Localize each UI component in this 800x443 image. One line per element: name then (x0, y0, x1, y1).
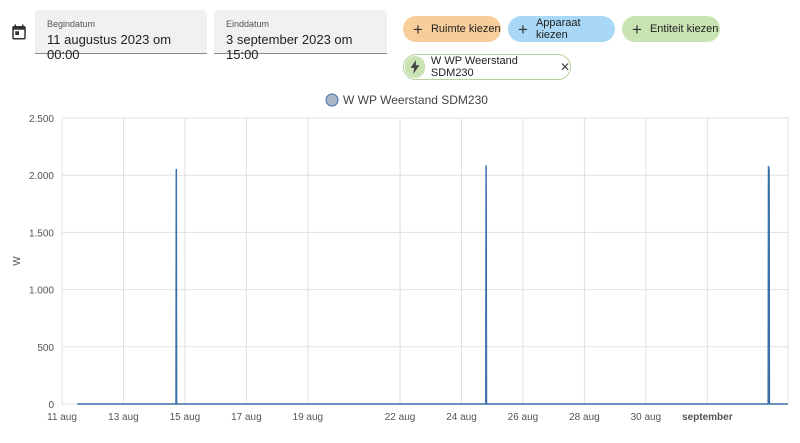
x-tick-label: september (682, 412, 733, 423)
choose-area-button[interactable]: + Ruimte kiezen (403, 16, 501, 42)
start-date-value: 11 augustus 2023 om 00:00 (47, 32, 172, 62)
lightning-bolt-icon (405, 56, 425, 78)
choose-entity-button[interactable]: + Entiteit kiezen (622, 16, 720, 42)
x-tick-label: 11 aug (47, 412, 77, 423)
y-tick-label: 1.000 (29, 286, 54, 297)
x-tick-label: 22 aug (385, 412, 416, 423)
x-tick-label: 17 aug (231, 412, 262, 423)
plus-icon: + (413, 19, 423, 39)
series-line (77, 165, 788, 405)
selected-entity-chip[interactable]: W WP Weerstand SDM230 ✕ (403, 54, 571, 80)
y-axis-label: W (12, 256, 23, 266)
x-tick-label: 26 aug (508, 412, 539, 423)
y-tick-label: 2.500 (29, 114, 54, 125)
choose-device-button[interactable]: + Apparaat kiezen (508, 16, 615, 42)
choose-entity-label: Entiteit kiezen (649, 23, 719, 35)
choose-area-label: Ruimte kiezen (430, 23, 501, 35)
x-tick-label: 19 aug (293, 412, 324, 423)
x-tick-label: 15 aug (170, 412, 201, 423)
y-tick-label: 0 (48, 400, 54, 411)
plus-icon: + (632, 19, 642, 39)
x-tick-label: 24 aug (446, 412, 477, 423)
legend-label: W WP Weerstand SDM230 (343, 93, 488, 107)
y-tick-label: 2.000 (29, 171, 54, 182)
calendar-icon[interactable] (10, 23, 28, 41)
x-tick-label: 13 aug (108, 412, 139, 423)
legend-marker (325, 93, 339, 107)
selected-entity-label: W WP Weerstand SDM230 (430, 55, 518, 79)
end-date-label: Einddatum (226, 19, 270, 29)
close-icon[interactable]: ✕ (560, 60, 570, 74)
x-tick-label: 28 aug (569, 412, 600, 423)
end-date-value: 3 september 2023 om 15:00 (226, 32, 353, 62)
choose-device-label: Apparaat kiezen (535, 17, 581, 41)
history-chart: 0 500 1.000 1.500 2.000 2.500 11 aug 13 aug 15 a… (12, 93, 789, 423)
end-date-field[interactable]: Einddatum 3 september 2023 om 15:00 (214, 10, 387, 62)
start-date-field[interactable]: Begindatum 11 augustus 2023 om 00:00 (35, 10, 207, 62)
plus-icon: + (518, 19, 528, 39)
y-tick-label: 1.500 (29, 228, 54, 239)
y-tick-label: 500 (37, 343, 54, 354)
x-tick-label: 30 aug (631, 412, 662, 423)
start-date-label: Begindatum (47, 19, 96, 29)
